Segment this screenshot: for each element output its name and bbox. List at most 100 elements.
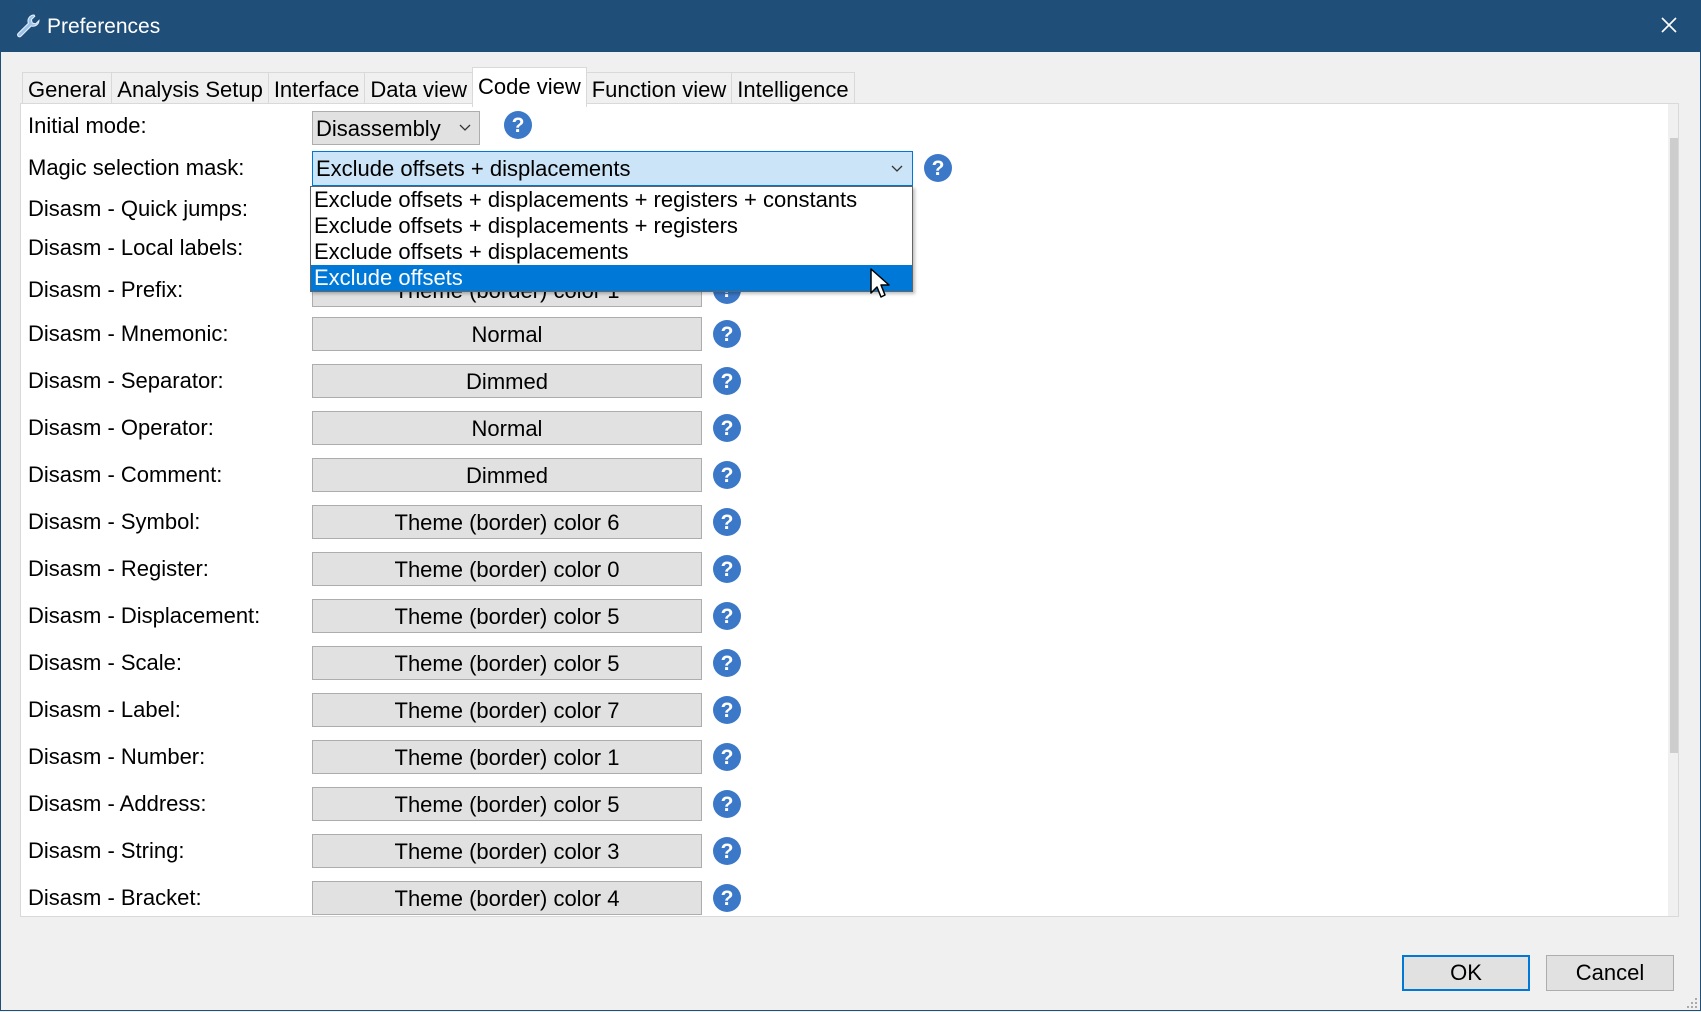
color-button[interactable]: Theme (border) color 5 <box>312 646 702 680</box>
resize-grip-icon[interactable] <box>1684 995 1698 1009</box>
svg-text:?: ? <box>932 157 945 180</box>
setting-label: Disasm - Mnemonic: <box>28 321 229 346</box>
scroll-up-icon[interactable] <box>1677 114 1679 124</box>
setting-label: Disasm - Quick jumps: <box>28 196 249 221</box>
close-icon <box>1661 17 1677 33</box>
help-icon[interactable]: ? <box>712 460 742 490</box>
setting-label: Disasm - Register: <box>28 556 209 581</box>
help-icon[interactable]: ? <box>503 110 533 140</box>
setting-row: Disasm - Register: Theme (border) color 0… <box>21 549 1621 589</box>
setting-row: Disasm - Scale: Theme (border) color 5? <box>21 643 1621 683</box>
help-icon[interactable]: ? <box>712 507 742 537</box>
color-button[interactable]: Theme (border) color 5 <box>312 599 702 633</box>
chevron-down-icon <box>459 124 471 131</box>
setting-row: Disasm - Label: Theme (border) color 7? <box>21 690 1621 730</box>
tab-code-view[interactable]: Code view <box>472 67 587 107</box>
dropdown-option-highlighted[interactable]: Exclude offsets <box>311 265 912 291</box>
svg-text:?: ? <box>721 511 734 534</box>
svg-text:?: ? <box>721 840 734 863</box>
tab-intelligence[interactable]: Intelligence <box>731 72 855 105</box>
ok-button[interactable]: OK <box>1402 955 1530 991</box>
initial-mode-select[interactable]: Disassembly <box>312 111 480 145</box>
help-icon[interactable]: ? <box>923 153 953 183</box>
setting-label: Disasm - Symbol: <box>28 509 201 534</box>
setting-row: Disasm - Mnemonic: Normal? <box>21 314 1621 354</box>
color-button[interactable]: Theme (border) color 5 <box>312 787 702 821</box>
color-button[interactable]: Theme (border) color 1 <box>312 740 702 774</box>
setting-row: Disasm - Separator: Dimmed? <box>21 361 1621 401</box>
help-icon[interactable]: ? <box>712 366 742 396</box>
help-icon[interactable]: ? <box>712 695 742 725</box>
setting-row: Disasm - Operator: Normal? <box>21 408 1621 448</box>
svg-text:?: ? <box>721 323 734 346</box>
svg-text:?: ? <box>721 605 734 628</box>
svg-text:?: ? <box>721 464 734 487</box>
dropdown-option[interactable]: Exclude offsets + displacements + regist… <box>311 213 912 239</box>
help-icon[interactable]: ? <box>712 648 742 678</box>
window-title: Preferences <box>47 15 161 38</box>
select-value: Exclude offsets + displacements <box>316 156 631 181</box>
svg-text:?: ? <box>721 558 734 581</box>
help-icon[interactable]: ? <box>712 836 742 866</box>
close-button[interactable] <box>1637 0 1701 52</box>
color-button[interactable]: Dimmed <box>312 364 702 398</box>
svg-text:?: ? <box>721 746 734 769</box>
setting-row: Disasm - Comment: Dimmed? <box>21 455 1621 495</box>
setting-label: Disasm - Operator: <box>28 415 214 440</box>
dropdown-option[interactable]: Exclude offsets + displacements <box>311 239 912 265</box>
svg-text:?: ? <box>721 370 734 393</box>
tab-data-view[interactable]: Data view <box>364 72 474 105</box>
setting-row: Disasm - Displacement: Theme (border) col… <box>21 596 1621 636</box>
tab-analysis-setup[interactable]: Analysis Setup <box>111 72 269 105</box>
scroll-down-icon[interactable] <box>1677 896 1679 906</box>
help-icon[interactable]: ? <box>712 789 742 819</box>
svg-text:?: ? <box>721 652 734 675</box>
setting-label: Disasm - Scale: <box>28 650 183 675</box>
tab-bar: General Analysis Setup Interface Data vi… <box>22 67 855 107</box>
color-button[interactable]: Theme (border) color 4 <box>312 881 702 915</box>
help-icon[interactable]: ? <box>712 319 742 349</box>
svg-text:?: ? <box>721 887 734 910</box>
title-bar: Preferences <box>0 0 1701 52</box>
setting-row: Disasm - Address: Theme (border) color 5? <box>21 784 1621 824</box>
svg-text:?: ? <box>721 417 734 440</box>
help-icon[interactable]: ? <box>712 554 742 584</box>
setting-row: Disasm - Symbol: Theme (border) color 6? <box>21 502 1621 542</box>
help-icon[interactable]: ? <box>712 742 742 772</box>
setting-row: Disasm - Number: Theme (border) color 1? <box>21 737 1621 777</box>
setting-label: Disasm - Label: <box>28 697 181 722</box>
chevron-down-icon <box>891 165 903 172</box>
color-button[interactable]: Normal <box>312 411 702 445</box>
help-icon[interactable]: ? <box>712 601 742 631</box>
wrench-icon <box>17 14 40 38</box>
color-button[interactable]: Normal <box>312 317 702 351</box>
mouse-pointer-icon <box>870 268 890 298</box>
color-button[interactable]: Dimmed <box>312 458 702 492</box>
svg-text:?: ? <box>512 114 525 137</box>
dropdown-option[interactable]: Exclude offsets + displacements + regist… <box>311 187 912 213</box>
color-button[interactable]: Theme (border) color 0 <box>312 552 702 586</box>
color-button[interactable]: Theme (border) color 7 <box>312 693 702 727</box>
setting-label: Disasm - Prefix: <box>28 277 184 302</box>
color-button[interactable]: Theme (border) color 3 <box>312 834 702 868</box>
tab-interface[interactable]: Interface <box>267 72 366 105</box>
setting-label: Initial mode: <box>28 113 147 138</box>
cancel-button[interactable]: Cancel <box>1546 955 1674 991</box>
magic-selection-mask-select[interactable]: Exclude offsets + displacements <box>312 151 913 186</box>
help-icon[interactable]: ? <box>712 413 742 443</box>
tab-general[interactable]: General <box>22 72 113 105</box>
scrollbar-thumb[interactable] <box>1670 138 1678 753</box>
help-icon[interactable]: ? <box>712 883 742 913</box>
magic-selection-mask-dropdown: Exclude offsets + displacements + regist… <box>310 186 913 292</box>
setting-label: Disasm - Address: <box>28 791 207 816</box>
svg-text:?: ? <box>721 699 734 722</box>
tab-function-view[interactable]: Function view <box>585 72 733 105</box>
setting-label: Disasm - Local labels: <box>28 235 244 260</box>
setting-label: Disasm - Comment: <box>28 462 223 487</box>
vertical-scrollbar[interactable] <box>1668 104 1679 916</box>
setting-label: Disasm - Displacement: <box>28 603 261 628</box>
select-value: Disassembly <box>316 116 441 141</box>
setting-row: Disasm - String: Theme (border) color 3? <box>21 831 1621 871</box>
color-button[interactable]: Theme (border) color 6 <box>312 505 702 539</box>
setting-label: Disasm - Bracket: <box>28 885 202 910</box>
